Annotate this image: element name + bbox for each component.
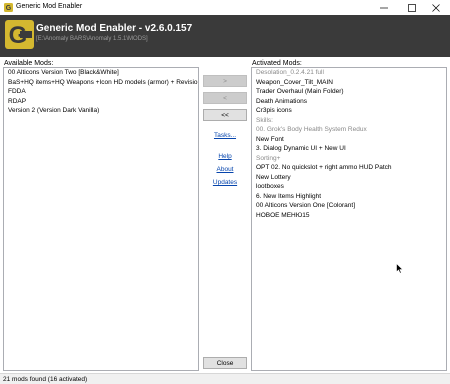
available-mod-item[interactable]: RDAP [4,97,198,107]
available-mod-item[interactable]: Version 2 (Version Dark Vanilla) [4,106,198,116]
activate-button[interactable]: > [203,75,247,87]
available-mod-item[interactable]: BaS+HQ items+HQ Weapons +Icon HD models … [4,78,198,88]
close-window-button[interactable] [422,0,450,15]
activated-mod-item[interactable]: Desolation_0.2.4.21 full [252,68,446,78]
activated-mod-item[interactable]: Weapon_Cover_Tilt_MAIN [252,78,446,88]
activated-mod-item[interactable]: Death Animations [252,97,446,107]
window-title: Generic Mod Enabler [16,3,83,10]
activated-mod-item[interactable]: New Lottery [252,173,446,183]
app-title: Generic Mod Enabler - v2.6.0.157 [36,23,193,34]
activated-mod-item[interactable]: New Font [252,135,446,145]
gme-logo: G [5,20,34,49]
activated-mod-item[interactable]: OPT 02. No quickslot + right ammo HUD Pa… [252,163,446,173]
header-banner: G Generic Mod Enabler - v2.6.0.157 [E:\A… [0,15,450,57]
about-link[interactable]: About [205,166,245,173]
activated-mod-item[interactable]: Cr3pis icons [252,106,446,116]
activated-mod-item[interactable]: 3. Dialog Dynamic UI + New UI [252,144,446,154]
tasks-link[interactable]: Tasks... [205,132,245,139]
title-bar: G Generic Mod Enabler [0,0,450,15]
activated-mod-item[interactable]: 6. New Items Highlight [252,192,446,202]
activated-mod-item[interactable]: lootboxes [252,182,446,192]
mods-path: [E:\Anomaly BARS\Anomaly 1.5.1\MODS] [36,36,148,42]
activated-mod-item[interactable]: 00. Grok's Body Health System Redux [252,125,446,135]
minimize-button[interactable] [370,0,398,15]
available-mods-label: Available Mods: [4,60,54,67]
app-icon: G [4,3,13,12]
close-icon [432,3,440,12]
maximize-icon [408,3,416,12]
mouse-cursor-icon [396,263,404,274]
available-mod-item[interactable]: FDDA [4,87,198,97]
available-mods-list[interactable]: 00 Alticons Version Two [Black&White] BaS… [3,67,199,371]
status-bar: 21 mods found (16 activated) [0,373,450,384]
activated-mod-item[interactable]: Skills: [252,116,446,126]
activated-mods-list[interactable]: Desolation_0.2.4.21 full Weapon_Cover_Til… [251,67,447,371]
minimize-icon [380,7,388,8]
svg-text:G: G [6,5,12,12]
activated-mod-item[interactable]: 00 Alticons Version One [Colorant] [252,201,446,211]
deactivate-button[interactable]: < [203,92,247,104]
help-link[interactable]: Help [205,153,245,160]
deactivate-all-button[interactable]: << [203,109,247,121]
status-text: 21 mods found (16 activated) [3,375,88,383]
activated-mod-item[interactable]: Sorting+ [252,154,446,164]
activated-mod-item[interactable]: Trader Overhaul (Main Folder) [252,87,446,97]
activated-mods-label: Activated Mods: [252,60,302,67]
close-button[interactable]: Close [203,357,247,369]
available-mod-item[interactable]: 00 Alticons Version Two [Black&White] [4,68,198,78]
updates-link[interactable]: Updates [205,179,245,186]
activated-mod-item[interactable]: HOBOE MEHЮ15 [252,211,446,221]
